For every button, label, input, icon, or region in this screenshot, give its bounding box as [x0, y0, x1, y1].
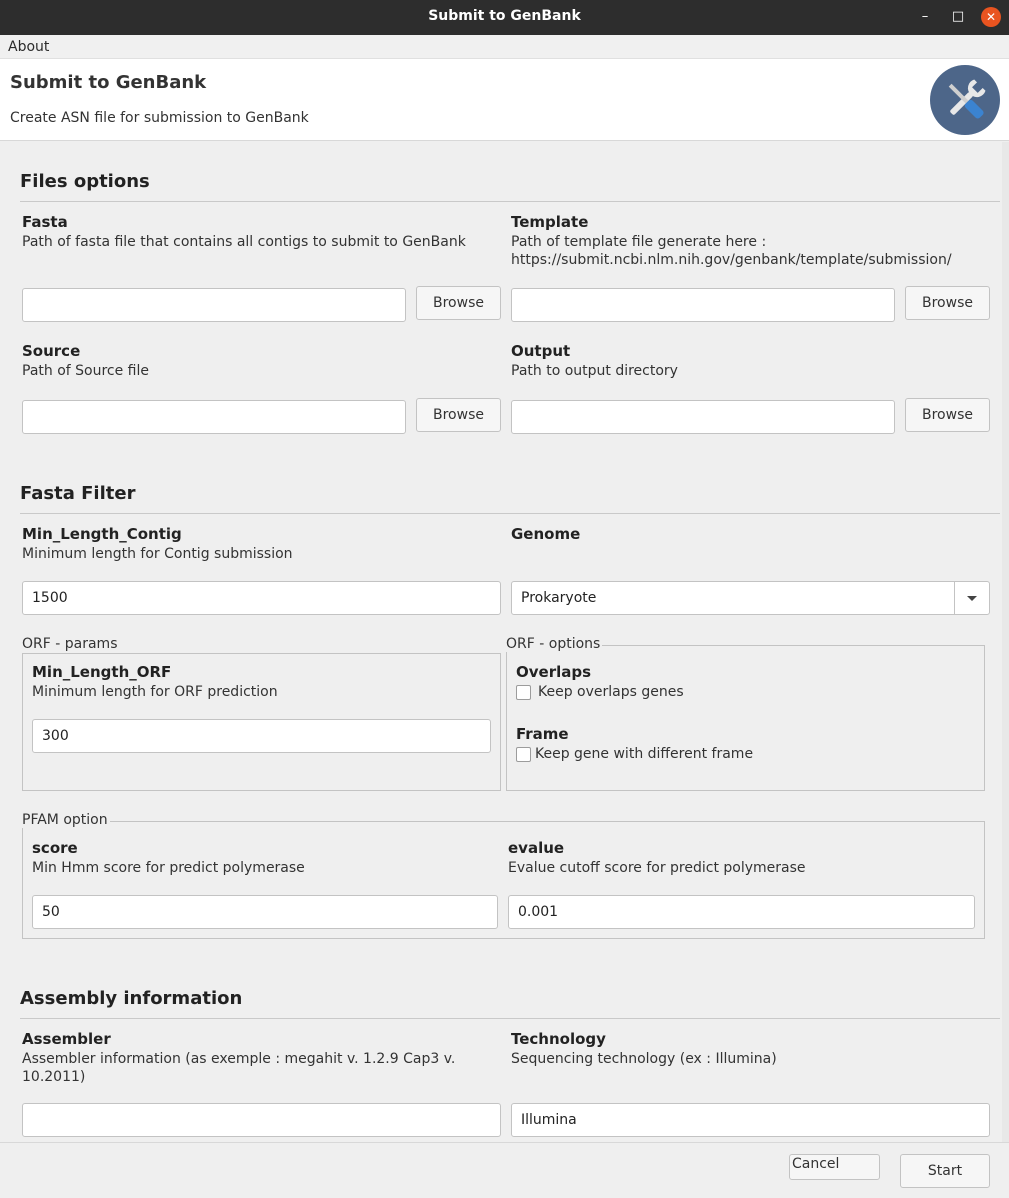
source-desc: Path of Source file — [22, 363, 150, 379]
keep-frame-label[interactable]: Keep gene with different frame — [535, 745, 753, 763]
tools-icon — [930, 65, 1000, 135]
min-length-orf-desc: Minimum length for ORF prediction — [32, 684, 278, 700]
min-length-orf-label: Min_Length_ORF — [32, 663, 172, 681]
frame-label: Frame — [516, 725, 569, 743]
dialog-footer: Cancel Start — [0, 1142, 1009, 1198]
min-length-contig-desc: Minimum length for Contig submission — [22, 546, 293, 562]
technology-label: Technology — [511, 1030, 606, 1048]
chevron-down-icon[interactable] — [954, 582, 989, 614]
menu-about[interactable]: About — [8, 39, 49, 55]
orf-options-title: ORF - options — [506, 636, 603, 652]
output-desc: Path to output directory — [511, 363, 678, 379]
assembler-desc: Assembler information (as exemple : mega… — [22, 1051, 456, 1085]
template-input[interactable] — [511, 288, 895, 322]
score-desc: Min Hmm score for predict polymerase — [32, 860, 305, 876]
assembler-label: Assembler — [22, 1030, 111, 1048]
source-label: Source — [22, 342, 81, 360]
close-icon[interactable]: ✕ — [981, 7, 1001, 27]
maximize-icon[interactable]: □ — [948, 7, 968, 27]
genome-select[interactable]: Prokaryote — [511, 581, 990, 615]
technology-desc: Sequencing technology (ex : Illumina) — [511, 1051, 777, 1067]
min-length-orf-input[interactable]: 300 — [32, 719, 491, 753]
page-subtitle: Create ASN file for submission to GenBan… — [10, 110, 309, 126]
window-titlebar: Submit to GenBank – □ ✕ — [0, 0, 1009, 35]
score-input[interactable]: 50 — [32, 895, 498, 929]
menubar: About — [0, 35, 1009, 59]
min-length-contig-label: Min_Length_Contig — [22, 525, 182, 543]
evalue-desc: Evalue cutoff score for predict polymera… — [508, 860, 806, 876]
cancel-button[interactable]: Cancel — [789, 1154, 880, 1180]
genome-label: Genome — [511, 525, 581, 543]
page-title: Submit to GenBank — [10, 72, 207, 93]
start-button[interactable]: Start — [900, 1154, 990, 1188]
template-browse-button[interactable]: Browse — [905, 286, 990, 320]
divider — [20, 513, 1000, 514]
vertical-scrollbar[interactable] — [1002, 142, 1009, 1142]
section-assembly-information: Assembly information — [20, 988, 243, 1009]
window-title: Submit to GenBank — [428, 8, 581, 24]
source-browse-button[interactable]: Browse — [416, 398, 501, 432]
keep-frame-checkbox[interactable] — [516, 747, 531, 762]
overlaps-label: Overlaps — [516, 663, 592, 681]
score-label: score — [32, 839, 78, 857]
assembler-input[interactable] — [22, 1103, 501, 1137]
source-input[interactable] — [22, 400, 406, 434]
output-browse-button[interactable]: Browse — [905, 398, 990, 432]
divider — [20, 201, 1000, 202]
min-length-contig-input[interactable]: 1500 — [22, 581, 501, 615]
genome-selected-value: Prokaryote — [521, 590, 597, 606]
fasta-input[interactable] — [22, 288, 406, 322]
form-content: Files options Fasta Path of fasta file t… — [0, 142, 1002, 1142]
evalue-label: evalue — [508, 839, 565, 857]
template-label: Template — [511, 213, 589, 231]
divider — [20, 1018, 1000, 1019]
fasta-desc: Path of fasta file that contains all con… — [22, 234, 466, 250]
fasta-browse-button[interactable]: Browse — [416, 286, 501, 320]
fasta-label: Fasta — [22, 213, 68, 231]
template-desc: Path of template file generate here : ht… — [511, 234, 952, 268]
evalue-input[interactable]: 0.001 — [508, 895, 975, 929]
keep-overlaps-label[interactable]: Keep overlaps genes — [538, 683, 684, 701]
orf-params-title: ORF - params — [22, 636, 120, 652]
output-input[interactable] — [511, 400, 895, 434]
page-header: Submit to GenBank Create ASN file for su… — [0, 59, 1009, 141]
technology-input[interactable]: Illumina — [511, 1103, 990, 1137]
section-files-options: Files options — [20, 171, 150, 192]
keep-overlaps-checkbox[interactable] — [516, 685, 531, 700]
section-fasta-filter: Fasta Filter — [20, 483, 136, 504]
output-label: Output — [511, 342, 571, 360]
minimize-icon[interactable]: – — [915, 7, 935, 27]
pfam-option-title: PFAM option — [22, 812, 110, 828]
